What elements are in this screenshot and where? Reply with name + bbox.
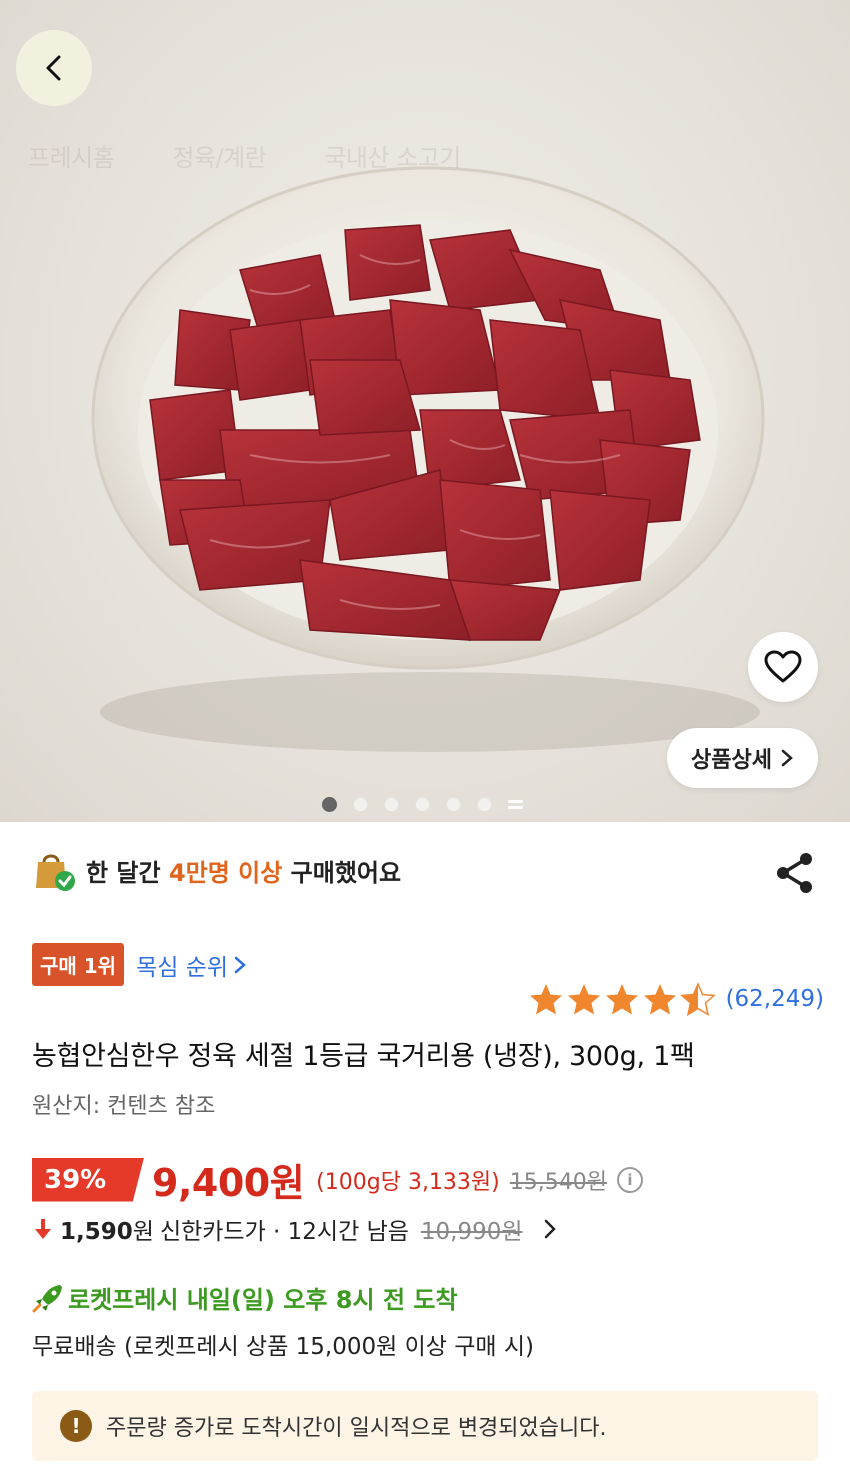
heart-icon bbox=[764, 650, 802, 683]
wishlist-button[interactable] bbox=[748, 632, 818, 702]
card-discount-unit: 원 bbox=[132, 1219, 154, 1245]
breadcrumb-item: 국내산 소고기 bbox=[324, 144, 461, 172]
original-price: 15,540원 bbox=[509, 1169, 607, 1195]
carousel-dot[interactable] bbox=[322, 797, 337, 812]
carousel-indicator bbox=[322, 797, 523, 812]
carousel-dot[interactable] bbox=[415, 797, 430, 812]
star-full-icon bbox=[529, 984, 562, 1015]
purchase-suffix: 구매했어요 bbox=[282, 858, 402, 887]
product-detail-label: 상품상세 bbox=[691, 748, 772, 773]
breadcrumb-ghost: 프레시홈 정육/계란 국내산 소고기 bbox=[28, 138, 461, 173]
notice-text: 주문량 증가로 도착시간이 일시적으로 변경되었습니다. bbox=[106, 1416, 607, 1441]
arrow-down-icon bbox=[35, 1219, 51, 1239]
shipping-info: 무료배송 (로켓프레시 상품 15,000원 이상 구매 시) bbox=[32, 1334, 535, 1360]
purchase-count-banner: 한 달간 4만명 이상 구매했어요 bbox=[32, 848, 401, 892]
carousel-dot[interactable] bbox=[446, 797, 461, 812]
star-full-icon bbox=[643, 984, 676, 1015]
rank-row: 구매 1위 목심 순위 bbox=[32, 943, 246, 986]
carousel-dot[interactable] bbox=[477, 797, 492, 812]
chevron-right-icon bbox=[544, 1219, 556, 1239]
product-image-carousel[interactable]: 프레시홈 정육/계란 국내산 소고기 상품상세 bbox=[0, 0, 850, 822]
rank-badge: 구매 1위 bbox=[32, 943, 125, 986]
rating[interactable]: (62,249) bbox=[528, 982, 824, 1016]
rocket-fresh-delivery: 로켓프레시 내일(일) 오후 8시 전 도착 bbox=[32, 1280, 458, 1315]
purchase-highlight: 4만명 이상 bbox=[168, 858, 283, 887]
sale-price: 9,400원 bbox=[152, 1161, 305, 1205]
delivery-notice: ! 주문량 증가로 도착시간이 일시적으로 변경되었습니다. bbox=[32, 1391, 818, 1461]
alert-icon: ! bbox=[60, 1410, 92, 1442]
price-row: 39% 9,400원 (100g당 3,133원) 15,540원 i bbox=[32, 1152, 643, 1207]
shopping-bag-check-icon bbox=[36, 854, 75, 891]
unit-price: (100g당 3,133원) bbox=[316, 1169, 500, 1195]
back-button[interactable] bbox=[16, 30, 92, 106]
product-title: 농협안심한우 정육 세절 1등급 국거리용 (냉장), 300g, 1팩 bbox=[32, 1041, 695, 1072]
product-origin: 원산지: 컨텐츠 참조 bbox=[32, 1094, 216, 1119]
review-count[interactable]: (62,249) bbox=[726, 986, 824, 1012]
product-detail-button[interactable]: 상품상세 bbox=[667, 728, 818, 788]
purchase-count-text: 한 달간 4만명 이상 구매했어요 bbox=[86, 853, 401, 888]
delivery-eta: 로켓프레시 내일(일) 오후 8시 전 도착 bbox=[68, 1286, 458, 1314]
card-strike-price: 10,990원 bbox=[420, 1219, 523, 1245]
product-photo bbox=[91, 166, 765, 752]
share-icon bbox=[777, 853, 812, 893]
rank-link[interactable]: 목심 순위 bbox=[136, 948, 246, 982]
info-icon[interactable]: i bbox=[616, 1166, 643, 1193]
star-full-icon bbox=[605, 984, 638, 1015]
card-discount-row[interactable]: 1,590원 신한카드가 · 12시간 남음 10,990원 bbox=[32, 1212, 557, 1246]
star-half-icon bbox=[679, 982, 716, 1016]
breadcrumb-item: 정육/계란 bbox=[172, 144, 267, 172]
card-discount-amount: 1,590 bbox=[60, 1219, 133, 1245]
rocket-icon bbox=[32, 1284, 62, 1312]
purchase-prefix: 한 달간 bbox=[86, 858, 169, 887]
chevron-left-icon bbox=[46, 55, 61, 81]
carousel-more-icon[interactable] bbox=[508, 797, 523, 812]
chevron-right-icon bbox=[234, 956, 246, 973]
carousel-dot[interactable] bbox=[384, 797, 399, 812]
discount-badge: 39% bbox=[32, 1157, 144, 1202]
chevron-right-icon bbox=[781, 749, 793, 767]
breadcrumb-item: 프레시홈 bbox=[28, 144, 115, 172]
card-discount-text: 신한카드가 · 12시간 남음 bbox=[159, 1219, 409, 1245]
share-button[interactable] bbox=[772, 850, 818, 896]
rank-link-label: 목심 순위 bbox=[136, 954, 229, 981]
star-full-icon bbox=[567, 984, 600, 1015]
carousel-dot[interactable] bbox=[353, 797, 368, 812]
